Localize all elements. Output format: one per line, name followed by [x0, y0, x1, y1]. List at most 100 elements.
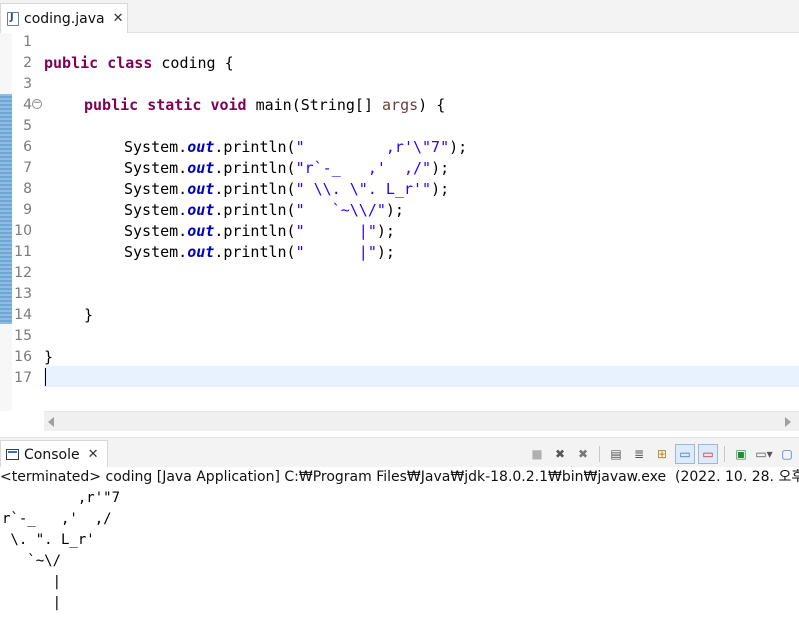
code-token: out — [187, 201, 215, 219]
console-toolbar: ■ ✖ ✖ ▤ ≣ ⊞ ▭ ▭ ▣ ▭▾ ▢ — [527, 442, 799, 466]
editor-tab-bar: coding.java ✕ — [0, 0, 799, 33]
java-file-icon — [7, 11, 19, 26]
remove-all-icon[interactable]: ✖ — [573, 444, 593, 464]
code-line-println: System.out.println(" \\. \". L_r'"); — [124, 179, 449, 200]
close-icon[interactable]: ✕ — [88, 447, 99, 462]
code-token: out — [187, 180, 215, 198]
line-number: 12 — [14, 265, 32, 281]
editor-horizontal-scrollbar[interactable] — [44, 411, 799, 431]
keyword: public — [84, 96, 139, 114]
line-number: 17 — [14, 370, 32, 386]
line-number: 15 — [14, 328, 32, 344]
code-token: .println( — [214, 222, 296, 240]
code-token: System. — [124, 243, 188, 261]
code-editor[interactable]: 1 2 3 4 5 6 7 8 9 10 11 12 13 14 15 16 1… — [0, 33, 799, 411]
editor-tab-coding-java[interactable]: coding.java ✕ — [0, 3, 128, 33]
code-token: ); — [449, 138, 468, 156]
line-number: 1 — [23, 34, 32, 50]
line-number: 2 — [23, 55, 32, 71]
code-line-close-class: } — [44, 348, 54, 366]
method-signature: main(String[] — [246, 96, 383, 114]
keyword: public — [44, 54, 99, 72]
current-line-highlight — [44, 366, 799, 387]
code-line-close-method: } — [84, 306, 94, 324]
console-output-line: | — [2, 595, 62, 611]
code-token: ); — [376, 243, 395, 261]
show-stderr-icon[interactable]: ▭ — [698, 444, 718, 464]
display-selected-icon[interactable]: ▭▾ — [754, 444, 774, 464]
keyword: class — [107, 54, 153, 72]
minimize-icon[interactable]: ▢ — [777, 444, 797, 464]
console-output-line: | — [2, 574, 62, 590]
code-token: ); — [376, 222, 395, 240]
remove-launch-icon[interactable]: ✖ — [550, 444, 570, 464]
close-icon[interactable]: ✕ — [113, 11, 124, 26]
code-line-main-decl: public static void main(String[] args) { — [84, 95, 445, 116]
line-number: 7 — [23, 160, 32, 176]
code-token: System. — [124, 222, 188, 240]
keyword: void — [210, 96, 247, 114]
console-icon — [6, 449, 19, 460]
param-name: args — [382, 96, 419, 114]
code-token: out — [187, 159, 215, 177]
pin-icon[interactable]: ⊞ — [652, 444, 672, 464]
console-output-line: r`-_ ,' ,/ — [2, 511, 112, 527]
string-literal: " |" — [295, 222, 377, 240]
console-tab-label: Console — [24, 446, 80, 463]
scroll-left-icon[interactable] — [48, 417, 54, 427]
line-number: 4 — [23, 97, 32, 113]
terminate-icon[interactable]: ■ — [527, 444, 547, 464]
console-launch-header: <terminated> coding [Java Application] C… — [0, 467, 799, 488]
toolbar-separator — [724, 446, 725, 462]
code-token: .println( — [214, 201, 296, 219]
code-token: .println( — [214, 138, 296, 156]
keyword: static — [147, 96, 202, 114]
line-number: 9 — [23, 202, 32, 218]
code-token: ); — [431, 180, 450, 198]
code-token: .println( — [214, 180, 296, 198]
line-number: 16 — [14, 349, 32, 365]
console-output-line: ,r'"7 — [2, 490, 121, 506]
code-line-println: System.out.println(" ,r'\"7"); — [124, 137, 467, 158]
console-output-line: \. ". L_r' — [2, 532, 95, 548]
string-literal: " |" — [295, 243, 377, 261]
line-number: 10 — [14, 223, 32, 239]
line-number: 11 — [14, 244, 32, 260]
code-token: out — [187, 243, 215, 261]
line-number: 5 — [23, 118, 32, 134]
line-number: 3 — [23, 76, 32, 92]
code-line-println: System.out.println(" `~\\/"); — [124, 200, 404, 221]
console-tab-bar: Console ✕ ■ ✖ ✖ ▤ ≣ ⊞ ▭ ▭ ▣ ▭▾ ▢ — [0, 437, 799, 468]
console-tab[interactable]: Console ✕ — [0, 440, 108, 468]
code-token: .println( — [214, 243, 296, 261]
show-stdout-icon[interactable]: ▭ — [675, 444, 695, 464]
editor-tab-label: coding.java — [24, 10, 105, 27]
code-line-println: System.out.println(" |"); — [124, 221, 395, 242]
word-wrap-icon[interactable]: ≣ — [629, 444, 649, 464]
code-token: ); — [385, 201, 404, 219]
line-number: 14 — [14, 307, 32, 323]
string-literal: " \\. \". L_r'" — [295, 180, 432, 198]
collapse-fold-icon[interactable]: − — [32, 99, 42, 109]
string-literal: "r`-_ ,' ,/" — [295, 159, 432, 177]
code-token: System. — [124, 201, 188, 219]
code-token: .println( — [214, 159, 296, 177]
code-token: out — [187, 222, 215, 240]
line-number: 13 — [14, 286, 32, 302]
code-line-class-decl: public class coding { — [44, 53, 234, 74]
string-literal: " `~\\/" — [295, 201, 386, 219]
toolbar-separator — [599, 446, 600, 462]
code-token: System. — [124, 180, 188, 198]
method-open: ) { — [418, 96, 446, 114]
code-token: ); — [431, 159, 450, 177]
open-console-icon[interactable]: ▣ — [731, 444, 751, 464]
code-line-println: System.out.println(" |"); — [124, 242, 395, 263]
code-line-println: System.out.println("r`-_ ,' ,/"); — [124, 158, 449, 179]
class-name: coding { — [152, 54, 234, 72]
string-literal: " ,r'\"7" — [295, 138, 450, 156]
change-indicator-bar — [0, 94, 12, 324]
scroll-right-icon[interactable] — [785, 417, 791, 427]
scroll-lock-icon[interactable]: ▤ — [606, 444, 626, 464]
line-number: 8 — [23, 181, 32, 197]
console-output-line: `~\/ — [2, 553, 62, 569]
